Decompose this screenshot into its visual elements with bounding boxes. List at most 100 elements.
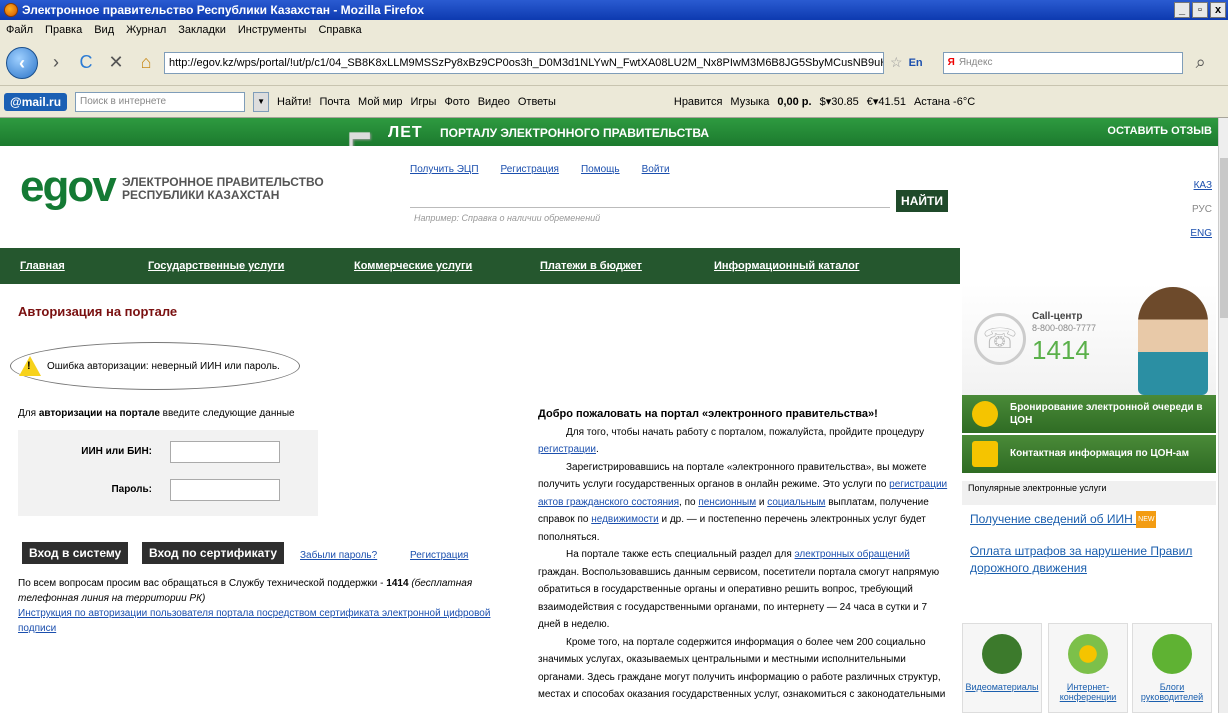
header-links: Получить ЭЦП Регистрация Помощь Войти [410, 164, 670, 175]
new-badge: NEW [1136, 511, 1157, 529]
back-button[interactable]: ‹ [6, 46, 38, 79]
toolbar-usd[interactable]: $▾30.85 [820, 95, 859, 108]
page-title: Авторизация на портале [18, 304, 178, 319]
warning-icon: ! [19, 356, 41, 376]
iin-info-link[interactable]: Получение сведений об ИИН NEW [970, 511, 1157, 529]
tile-conferences[interactable]: Интернет-конференции [1048, 623, 1128, 713]
lang-rus: РУС [1191, 204, 1212, 215]
menu-file[interactable]: Файл [6, 24, 33, 36]
vertical-scrollbar[interactable] [1218, 118, 1228, 713]
stop-icon[interactable]: ✕ [104, 52, 128, 73]
scrollbar-thumb[interactable] [1220, 158, 1228, 318]
menu-tools[interactable]: Инструменты [238, 24, 307, 36]
error-text: Ошибка авторизации: неверный ИИН или пар… [47, 360, 280, 372]
password-label: Пароль: [111, 484, 152, 495]
toolbar-item-games[interactable]: Игры [410, 96, 436, 108]
yandex-icon: Я [947, 57, 955, 68]
p2-text-c: и [756, 496, 768, 508]
reload-icon[interactable]: C [74, 52, 98, 73]
media-tiles: Видеоматериалы Интернет-конференции Блог… [962, 623, 1216, 713]
p2-text-b: , по [679, 496, 699, 508]
toolbar-item-answers[interactable]: Ответы [518, 96, 556, 108]
menu-edit[interactable]: Правка [45, 24, 82, 36]
login-link[interactable]: Войти [642, 164, 670, 175]
queue-booking-button[interactable]: Бронирование электронной очереди в ЦОН [962, 395, 1216, 433]
call-center-phone: 8-800-080-7777 [1032, 323, 1097, 333]
help-link[interactable]: Помощь [581, 164, 620, 175]
toolbar-find-button[interactable]: Найти! [277, 96, 311, 108]
toolbar-eur[interactable]: €▾41.51 [867, 95, 906, 108]
egov-logo[interactable]: egov [20, 162, 117, 212]
pension-link[interactable]: пенсионным [698, 497, 756, 508]
lang-eng[interactable]: ENG [1190, 222, 1212, 246]
realty-link[interactable]: недвижимости [591, 514, 658, 525]
social-link[interactable]: социальным [767, 497, 825, 508]
bookmark-star-icon[interactable]: ☆ [890, 54, 903, 71]
toolbar-item-video[interactable]: Видео [478, 96, 510, 108]
toolbar-music[interactable]: Музыка [730, 96, 769, 108]
traffic-fines-link[interactable]: Оплата штрафов за нарушение Правил дорож… [970, 543, 1210, 577]
login-form: ИИН или БИН: Пароль: [18, 430, 318, 516]
get-eds-link[interactable]: Получить ЭЦП [410, 164, 479, 175]
toolbar-like[interactable]: Нравится [674, 96, 723, 108]
menu-help[interactable]: Справка [318, 24, 361, 36]
iin-info-label: Получение сведений об ИИН [970, 512, 1133, 526]
toolbar-item-myworld[interactable]: Мой мир [358, 96, 402, 108]
nav-home[interactable]: Главная [20, 260, 65, 272]
forgot-password-link[interactable]: Забыли пароль? [300, 550, 377, 561]
login-button[interactable]: Вход в систему [22, 542, 129, 564]
tile-blogs[interactable]: Блоги руководителей [1132, 623, 1212, 713]
close-button[interactable]: x [1210, 2, 1226, 18]
password-input[interactable] [170, 479, 280, 501]
toolbar-item-mail[interactable]: Почта [320, 96, 351, 108]
p1-text: Для того, чтобы начать работу с порталом… [566, 426, 925, 438]
search-placeholder: Яндекс [958, 57, 993, 68]
find-button[interactable]: НАЙТИ [896, 190, 948, 212]
nav-catalog[interactable]: Информационный каталог [714, 260, 859, 272]
iin-input[interactable] [170, 441, 280, 463]
contact-card-icon [972, 441, 998, 467]
con-contacts-button[interactable]: Контактная информация по ЦОН-ам [962, 435, 1216, 473]
call-center-short: 1414 [1032, 335, 1090, 365]
support-info: По всем вопросам просим вас обращаться в… [18, 576, 498, 636]
welcome-p3: На портале также есть специальный раздел… [538, 546, 950, 634]
toolbar-item-photo[interactable]: Фото [444, 96, 469, 108]
p1-register-link[interactable]: регистрации [538, 444, 596, 455]
nav-commercial[interactable]: Коммерческие услуги [354, 260, 472, 272]
error-message: ! Ошибка авторизации: неверный ИИН или п… [10, 342, 300, 390]
menu-bookmarks[interactable]: Закладки [178, 24, 226, 36]
register-link[interactable]: Регистрация [501, 164, 559, 175]
call-center-label: Call-центр [1032, 311, 1083, 322]
anniversary-banner: ЛЕТ ПОРТАЛУ ЭЛЕКТРОННОГО ПРАВИТЕЛЬСТВА О… [0, 118, 1218, 146]
url-bar[interactable]: http://egov.kz/wps/portal/!ut/p/c1/04_SB… [164, 51, 884, 74]
menu-view[interactable]: Вид [94, 24, 114, 36]
minimize-button[interactable]: _ [1174, 2, 1190, 18]
search-icon[interactable]: ⌕ [1189, 52, 1213, 73]
forward-icon[interactable]: › [44, 52, 68, 73]
nav-gov-services[interactable]: Государственные услуги [148, 260, 284, 272]
toolbar-weather[interactable]: Астана -6°C [914, 96, 975, 108]
toolbar-search-input[interactable]: Поиск в интернете [75, 91, 246, 112]
welcome-title: Добро пожаловать на портал «электронного… [538, 408, 878, 420]
banner-text: ПОРТАЛУ ЭЛЕКТРОННОГО ПРАВИТЕЛЬСТВА [440, 126, 710, 140]
home-icon[interactable]: ⌂ [134, 52, 158, 73]
lang-badge[interactable]: En [909, 57, 923, 69]
popular-services-label: Популярные электронные услуги [962, 481, 1216, 505]
certificate-login-button[interactable]: Вход по сертификату [142, 542, 285, 564]
maximize-button[interactable]: ▫ [1192, 2, 1208, 18]
feedback-button[interactable]: ОСТАВИТЬ ОТЗЫВ [1107, 125, 1212, 137]
p3-text-b: граждан. Воспользовавшись данным сервисо… [538, 566, 940, 631]
yandex-search-input[interactable]: Я Яндекс [942, 51, 1183, 74]
mailru-logo[interactable]: @mail.ru [4, 92, 68, 111]
e-appeals-link[interactable]: электронных обращений [795, 549, 910, 560]
menu-history[interactable]: Журнал [126, 24, 166, 36]
toolbar-money[interactable]: 0,00 р. [777, 96, 811, 108]
instruction-link[interactable]: Инструкция по авторизации пользователя п… [18, 608, 490, 634]
registration-link[interactable]: Регистрация [410, 550, 468, 561]
lang-kaz[interactable]: КАЗ [1190, 174, 1212, 198]
site-search-input[interactable] [410, 188, 890, 208]
tile-video[interactable]: Видеоматериалы [962, 623, 1042, 713]
chevron-down-icon[interactable]: ▼ [253, 91, 270, 112]
nav-payments[interactable]: Платежи в бюджет [540, 260, 642, 272]
main-nav: Главная Государственные услуги Коммерчес… [0, 248, 960, 284]
